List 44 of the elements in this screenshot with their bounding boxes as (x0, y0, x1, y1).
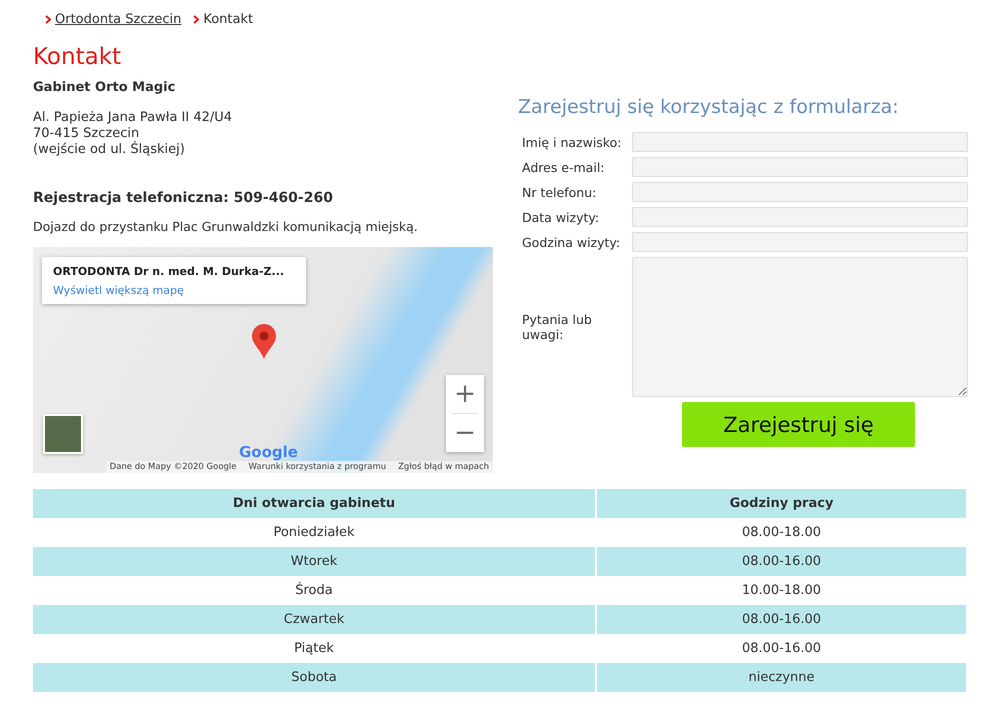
column-header: Dni otwarcia gabinetu (33, 489, 596, 518)
input-field[interactable] (632, 182, 968, 202)
address-line: Al. Papieża Jana Pawła II 42/U4 (33, 110, 234, 126)
map-pin-icon (251, 323, 277, 359)
directions-text: Dojazd do przystanku Plac Grunwaldzki komunikacją miejską. (33, 219, 419, 234)
page-title: Kontakt (33, 44, 122, 70)
form-heading: Zarejestruj się korzystając z formularza: (518, 96, 900, 118)
zoom-in-button[interactable]: + (446, 375, 484, 413)
map-footer-link[interactable]: Zgłoś błąd w mapach (398, 462, 489, 472)
field-label: Pytania lub uwagi: (521, 312, 593, 342)
column-header: Godziny pracy (596, 489, 967, 518)
zoom-out-button[interactable]: − (446, 414, 484, 452)
field-label: Imię i nazwisko: (521, 134, 622, 150)
table-cell: nieczynne (596, 663, 967, 692)
map-footer-link[interactable]: Warunki korzystania z programu (248, 462, 386, 472)
clinic-name: Gabinet Orto Magic (33, 80, 176, 95)
table-cell: Wtorek (33, 547, 596, 576)
satellite-thumbnail[interactable] (43, 414, 83, 454)
address-line: (wejście od ul. Śląskiej) (33, 142, 186, 158)
field-label: Godzina wizyty: (521, 234, 622, 250)
field-label: Adres e-mail: (521, 160, 606, 174)
input-field[interactable] (632, 157, 968, 177)
table-cell: Czwartek (33, 605, 596, 634)
address-line: 70-415 Szczecin (33, 126, 140, 141)
table-cell: Sobota (33, 663, 596, 692)
map-attribution: Dane do Mapy ©2020 Google (110, 462, 237, 472)
input-field[interactable] (632, 132, 968, 152)
map[interactable]: ORTODONTA Dr n. med. M. Durka-Z... Wyświetl większą mapę + − Google Dane do Mapy ©2020 Google Warunki korzystania z programu Zgłoś błąd w mapach (33, 247, 493, 473)
map-logo: Google (239, 443, 298, 461)
phone-text: Rejestracja telefoniczna: 509-460-260 (33, 190, 334, 206)
breadcrumb-current: Kontakt (203, 12, 254, 26)
input-field[interactable] (632, 207, 968, 227)
larger-map-link[interactable]: Wyświetl większą mapę (53, 284, 184, 297)
chevron-icon (193, 14, 200, 24)
field-label: Nr telefonu: (521, 184, 598, 200)
submit-button[interactable]: Zarejestruj się (682, 402, 915, 447)
place-title: ORTODONTA Dr n. med. M. Durka-Z... (53, 265, 286, 279)
message-field[interactable] (632, 257, 968, 397)
breadcrumb-link[interactable]: Ortodonta Szczecin (55, 12, 182, 26)
field-label: Data wizyty: (521, 210, 600, 224)
table-cell: 08.00-16.00 (596, 547, 967, 576)
chevron-icon (45, 14, 51, 24)
table-cell: 08.00-16.00 (596, 605, 967, 634)
input-field[interactable] (632, 232, 968, 252)
